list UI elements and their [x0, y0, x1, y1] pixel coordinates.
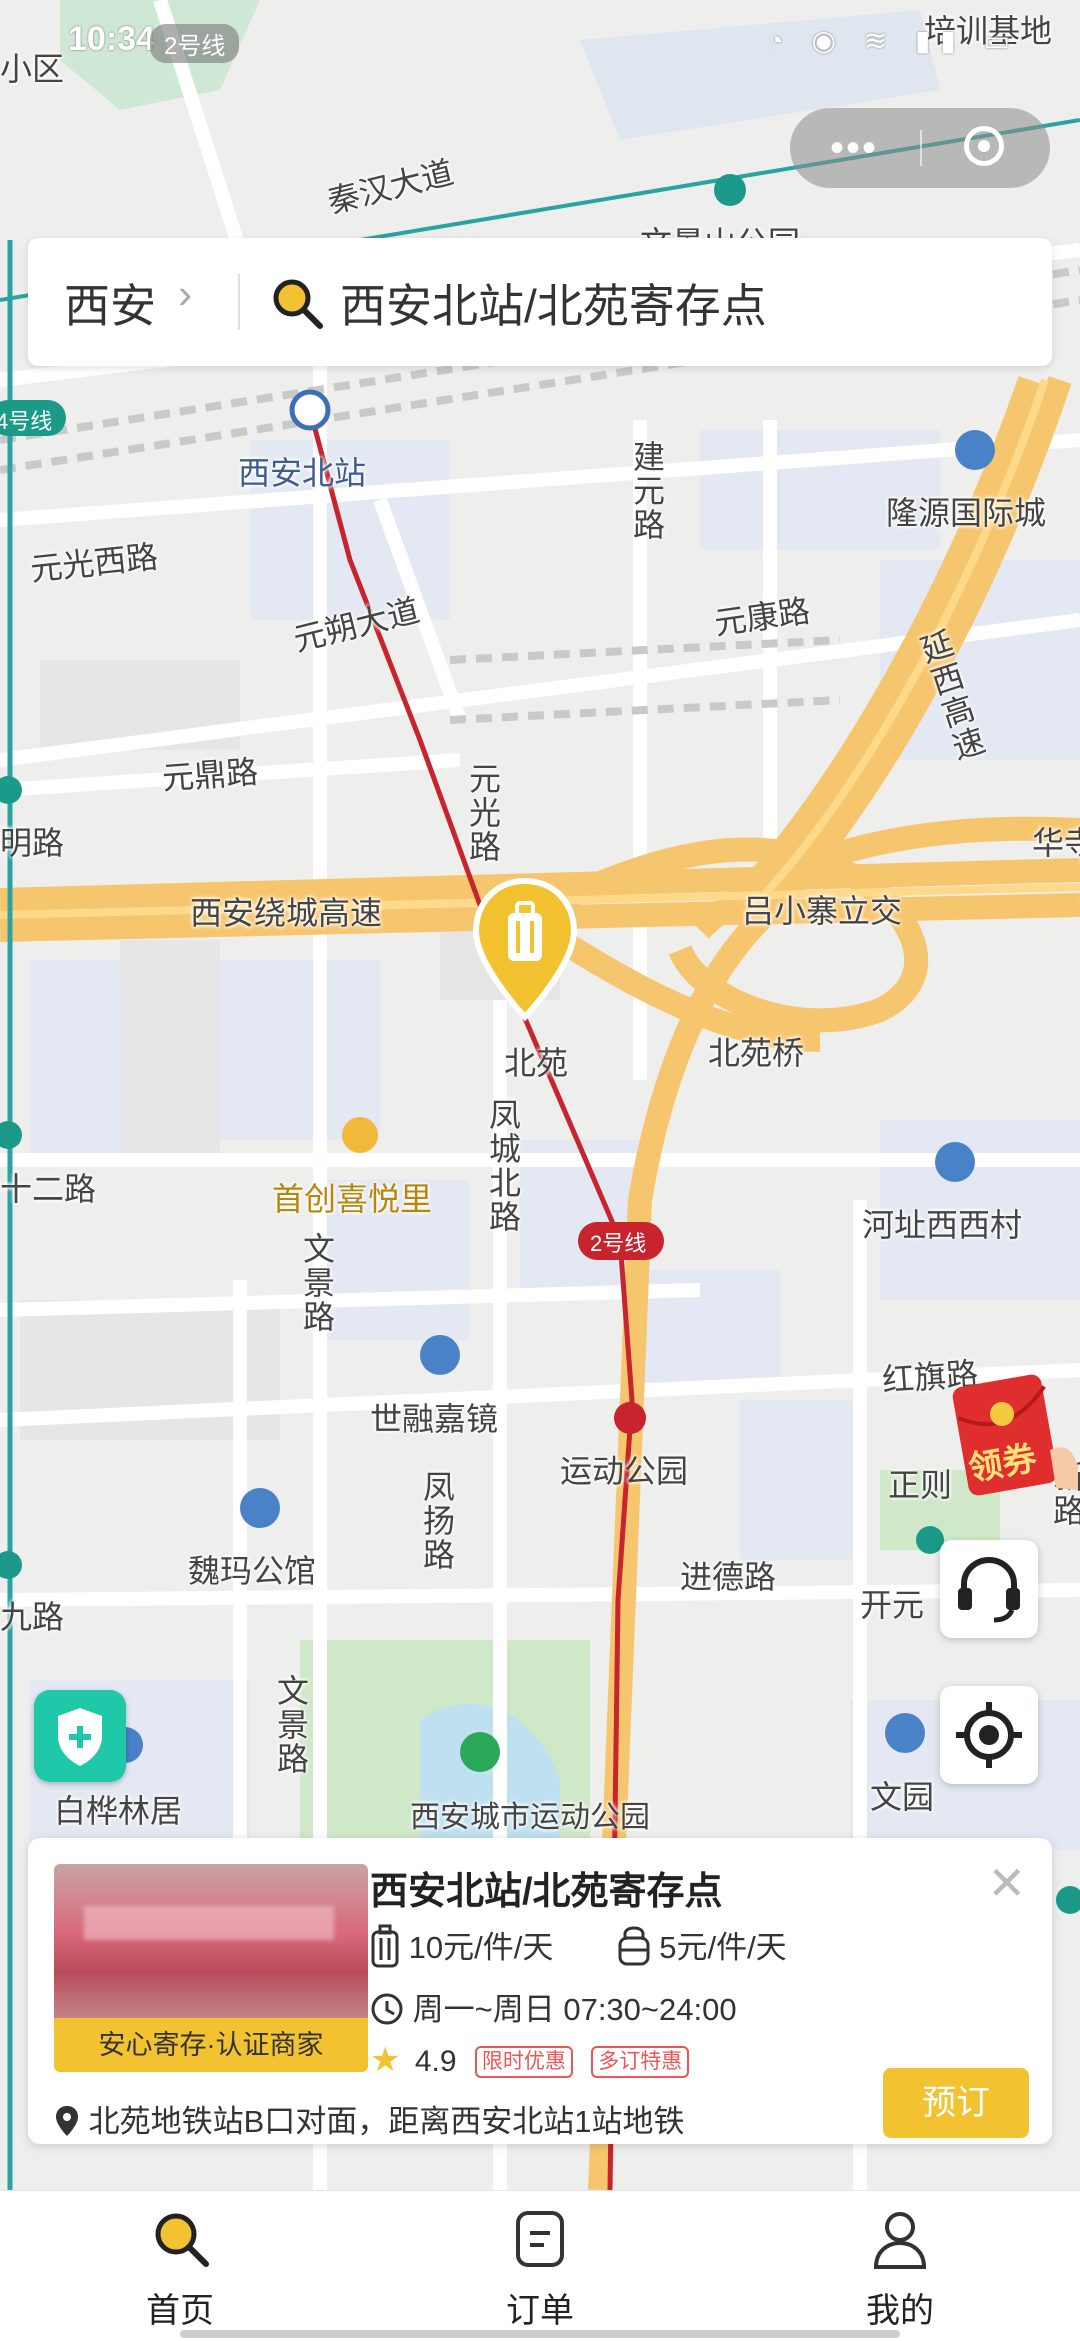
tag-limited-offer: 限时优惠 — [474, 2046, 573, 2078]
storage-location-pin[interactable] — [470, 875, 580, 1025]
locate-button[interactable] — [940, 1686, 1038, 1784]
headset-icon — [958, 1556, 1020, 1623]
chevron-right-icon[interactable]: › — [178, 270, 192, 318]
tab-bar: 首页 订单 我的 — [0, 2190, 1080, 2341]
hours-row: 周一~周日 07:30~24:00 — [370, 1984, 737, 2029]
tab-profile[interactable]: 我的 — [800, 2191, 1000, 2341]
map-label-longyuan: 隆源国际城 — [886, 495, 1047, 531]
close-icon[interactable]: ✕ — [987, 1856, 1026, 1910]
map-label-beiyuan-bridge: 北苑桥 — [708, 1035, 805, 1071]
map-label-fengcheng: 凤城北路 — [485, 1098, 521, 1234]
luggage-icon — [371, 1924, 399, 1968]
map-label-hezhi: 河址西西村 — [862, 1207, 1023, 1243]
map-label-line4: 4号线 — [0, 409, 53, 434]
status-time: 10:34 — [68, 20, 155, 58]
search-bar: 西安 › 西安北站/北苑寄存点 — [28, 238, 1052, 366]
tab-home-label: 首页 — [146, 2292, 214, 2330]
search-divider — [238, 274, 240, 330]
location-pin-icon — [56, 2106, 78, 2136]
book-button[interactable]: 预订 — [883, 2068, 1029, 2138]
map-label-wenyuan: 文园 — [870, 1779, 935, 1815]
map-label-kaiyuan: 开元 — [860, 1587, 925, 1623]
address-row: 北苑地铁站B口对面，距离西安北站1站地铁 — [54, 2096, 685, 2141]
map-label-beiyuan: 北苑 — [504, 1045, 569, 1081]
shield-plus-icon — [58, 1708, 102, 1766]
price-small-bag: 5元/件/天 — [659, 1930, 787, 1965]
map-label-fengyang: 凤扬路 — [419, 1470, 455, 1572]
map-label-yuanguang: 元光路 — [465, 762, 501, 864]
map-label-wenjing-road-2: 文景路 — [273, 1674, 309, 1776]
coupon-button[interactable]: 领券 — [952, 1370, 1080, 1500]
search-input[interactable]: 西安北站/北苑寄存点 — [340, 270, 767, 336]
tab-home[interactable]: 首页 — [80, 2191, 280, 2341]
city-selector[interactable]: 西安 — [64, 270, 156, 336]
map-label-lvxiaozhai: 吕小寨立交 — [742, 893, 903, 929]
capsule-divider — [920, 130, 922, 166]
store-address: 北苑地铁站B口对面，距离西安北站1站地铁 — [88, 2104, 685, 2139]
price-large-luggage: 10元/件/天 — [408, 1930, 554, 1965]
more-icon[interactable]: ••• — [830, 126, 878, 171]
close-miniprogram-icon[interactable] — [964, 126, 1004, 166]
map-label-jiulu: 九路 — [0, 1599, 65, 1635]
location-target-icon — [956, 1702, 1022, 1768]
status-icons: ◔ ◉ ≋ ▮▮ ▭ — [766, 25, 1020, 56]
home-indicator — [180, 2330, 900, 2338]
map-label-yuanding: 元鼎路 — [161, 753, 260, 797]
status-bar: 10:34 2号线 ◔ ◉ ≋ ▮▮ ▭ — [0, 0, 1080, 80]
miniprogram-capsule[interactable]: ••• — [790, 108, 1050, 188]
search-icon — [155, 2213, 209, 2267]
bag-icon — [618, 1926, 650, 1966]
star-icon: ★ — [370, 2041, 401, 2079]
rating-value: 4.9 — [414, 2045, 457, 2078]
certified-badge: 安心寄存·认证商家 — [54, 2018, 368, 2072]
store-card[interactable]: 安心寄存·认证商家 西安北站/北苑寄存点 ✕ 10元/件/天 5元/件/天 周一… — [28, 1838, 1052, 2144]
map-label-zhengji: 正则 — [888, 1467, 953, 1503]
map-label-xian-north: 西安北站 — [238, 455, 367, 491]
customer-service-button[interactable] — [940, 1540, 1038, 1638]
map-label-shirong: 世融嘉镜 — [370, 1401, 499, 1437]
map-label-jinde: 进德路 — [680, 1559, 777, 1595]
map-label-jianyuan: 建元路 — [629, 440, 665, 542]
map-label-shouchuang: 首创喜悦里 — [272, 1181, 433, 1217]
order-icon — [516, 2211, 564, 2267]
store-title: 西安北站/北苑寄存点 — [370, 1871, 723, 1913]
rating-row: ★ 4.9 限时优惠 多订特惠 — [370, 2040, 690, 2080]
search-icon — [273, 279, 323, 329]
tab-orders-label: 订单 — [506, 2292, 574, 2330]
map-label-yundong: 运动公园 — [560, 1453, 689, 1489]
map-label-ring-highway: 西安绕城高速 — [190, 895, 383, 931]
safety-button[interactable] — [34, 1690, 126, 1782]
map-label-line2: 2号线 — [590, 1231, 647, 1256]
price-row: 10元/件/天 5元/件/天 — [370, 1922, 787, 1968]
business-hours: 周一~周日 07:30~24:00 — [412, 1992, 737, 2027]
status-route-badge: 2号线 — [150, 24, 240, 63]
tab-orders[interactable]: 订单 — [440, 2191, 640, 2341]
clock-icon — [371, 1993, 403, 2025]
map-label-baihua: 白桦林居 — [54, 1793, 183, 1829]
profile-icon — [873, 2212, 927, 2269]
map-label-shierlu: 十二路 — [0, 1171, 97, 1207]
map-label-wenjing-road: 文景路 — [299, 1232, 335, 1334]
map-label-mingtu: 明路 — [0, 825, 65, 861]
map-label-huaxia: 华寺 — [1032, 825, 1080, 861]
tag-multi-order-offer: 多订特惠 — [591, 2046, 690, 2078]
tab-profile-label: 我的 — [866, 2292, 934, 2330]
map-label-city-park: 西安城市运动公园 — [410, 1801, 650, 1834]
map-label-weima: 魏玛公馆 — [188, 1553, 317, 1589]
